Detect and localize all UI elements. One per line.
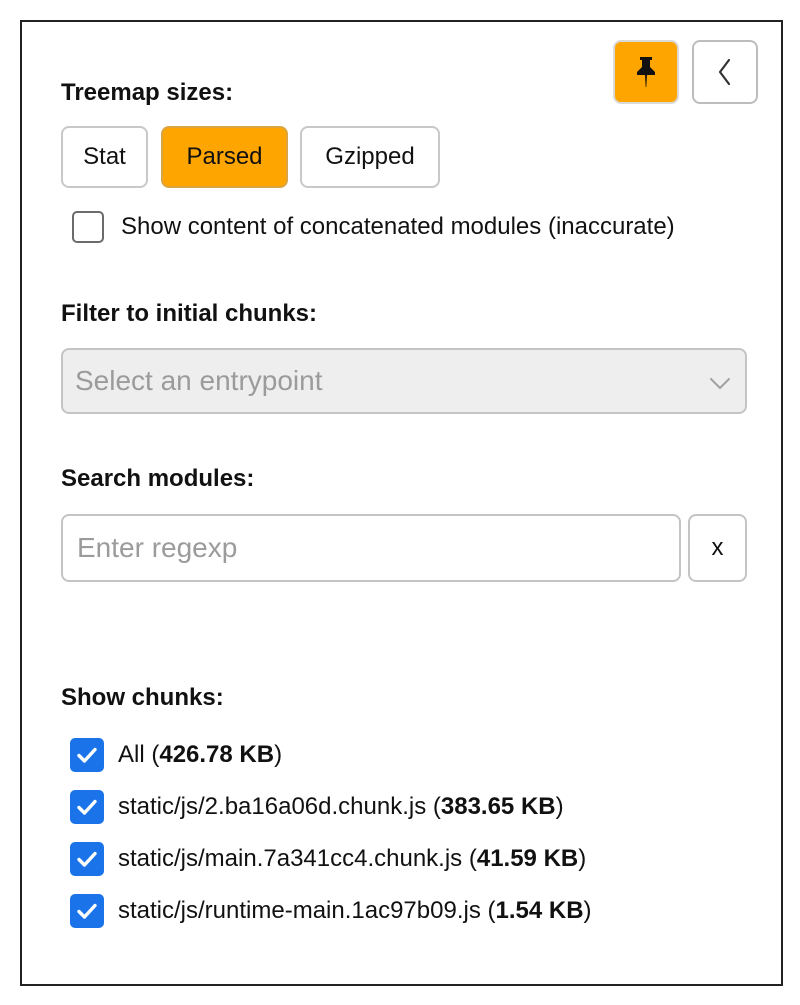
treemap-sizes-label: Treemap sizes: [61, 79, 234, 106]
chunk-size: 41.59 KB [476, 845, 579, 872]
entrypoint-select[interactable]: Select an entrypoint [61, 348, 747, 414]
checkmark-icon [77, 747, 97, 763]
entrypoint-select-placeholder: Select an entrypoint [75, 365, 323, 396]
size-option-parsed[interactable]: Parsed [161, 126, 288, 188]
pin-sidebar-button[interactable] [613, 40, 679, 104]
checkmark-icon [77, 851, 97, 867]
concatenated-modules-checkbox[interactable] [72, 211, 104, 243]
collapse-sidebar-button[interactable] [692, 40, 758, 104]
size-option-stat[interactable]: Stat [61, 126, 148, 188]
sidebar-panel: Treemap sizes: Stat Parsed Gzipped Show … [20, 20, 783, 986]
size-option-gzipped[interactable]: Gzipped [300, 126, 440, 188]
chunk-item[interactable]: static/js/main.7a341cc4.chunk.js (41.59 … [70, 842, 586, 876]
chunk-item[interactable]: All (426.78 KB) [70, 738, 282, 772]
chunk-checkbox[interactable] [70, 738, 104, 772]
checkmark-icon [77, 799, 97, 815]
chevron-left-icon [718, 58, 731, 86]
chunk-name: static/js/2.ba16a06d.chunk.js [118, 793, 427, 820]
chunk-item[interactable]: static/js/runtime-main.1ac97b09.js (1.54… [70, 894, 592, 928]
chunk-name: All [118, 741, 145, 768]
chunk-size: 383.65 KB [440, 793, 556, 820]
chunk-size: 426.78 KB [159, 741, 275, 768]
search-input[interactable] [61, 514, 681, 582]
chevron-down-icon [710, 378, 730, 389]
chunk-name: static/js/runtime-main.1ac97b09.js [118, 897, 481, 924]
search-modules-label: Search modules: [61, 465, 255, 492]
show-chunks-label: Show chunks: [61, 684, 224, 711]
chunk-size: 1.54 KB [495, 897, 584, 924]
chunk-checkbox[interactable] [70, 790, 104, 824]
checkmark-icon [77, 903, 97, 919]
pin-icon [637, 57, 655, 87]
filter-chunks-label: Filter to initial chunks: [61, 300, 318, 327]
chunk-checkbox[interactable] [70, 842, 104, 876]
chunk-name: static/js/main.7a341cc4.chunk.js [118, 845, 463, 872]
chunk-checkbox[interactable] [70, 894, 104, 928]
clear-search-button[interactable]: x [688, 514, 747, 582]
concatenated-modules-option[interactable]: Show content of concatenated modules (in… [70, 211, 675, 243]
chunk-item[interactable]: static/js/2.ba16a06d.chunk.js (383.65 KB… [70, 790, 564, 824]
concatenated-modules-label: Show content of concatenated modules (in… [121, 213, 675, 240]
